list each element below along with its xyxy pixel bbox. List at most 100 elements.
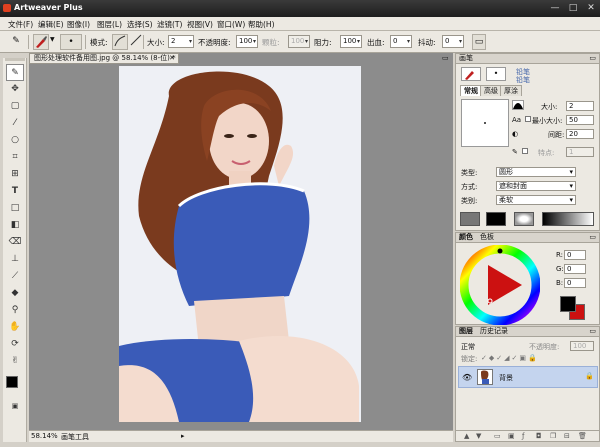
- feature-input[interactable]: 1: [566, 147, 594, 157]
- menu-window[interactable]: 窗口(W): [217, 19, 245, 30]
- merge-layer-icon[interactable]: ⊟: [564, 432, 570, 440]
- tab-impasto[interactable]: 厚涂: [500, 85, 522, 96]
- move-tool-icon[interactable]: ✥: [6, 81, 24, 98]
- brush-size-input[interactable]: 2: [566, 101, 594, 111]
- duplicate-layer-icon[interactable]: ❐: [550, 432, 556, 440]
- menu-image[interactable]: 图像(I): [67, 19, 90, 30]
- spacing-label: 间距:: [548, 131, 565, 139]
- category-select[interactable]: 柔软 ▾: [496, 195, 576, 205]
- gradient-swatch[interactable]: [542, 212, 594, 226]
- layer-style-icon[interactable]: ƒ: [522, 432, 524, 440]
- tab-color[interactable]: 颜色: [459, 233, 473, 242]
- foreground-color-swatch[interactable]: [560, 296, 576, 312]
- clone-stamp-tool-icon[interactable]: ⊥: [6, 251, 24, 268]
- spacing-input[interactable]: 20: [566, 129, 594, 139]
- text-tool-icon[interactable]: T: [6, 183, 24, 200]
- brush-shape-icon[interactable]: •: [60, 34, 82, 50]
- g-input[interactable]: 0: [564, 264, 586, 274]
- perspective-tool-icon[interactable]: ⊞: [6, 166, 24, 183]
- zoom-tool-icon[interactable]: ⚲: [6, 302, 24, 319]
- tab-layers[interactable]: 图层: [459, 327, 473, 336]
- lasso-tool-icon[interactable]: ○: [6, 132, 24, 149]
- document-tab[interactable]: 图形处理软件备用图.jpg @ 58.14% (8-位) * ✕: [29, 53, 179, 64]
- menu-help[interactable]: 帮助(H): [248, 19, 275, 30]
- tab-advanced[interactable]: 高级: [480, 85, 502, 96]
- menu-filter[interactable]: 滤镜(T): [157, 19, 182, 30]
- panel-menu-icon[interactable]: ▭: [589, 327, 596, 336]
- mask-icon[interactable]: ◘: [536, 432, 542, 440]
- magic-wand-tool-icon[interactable]: ⁄: [6, 115, 24, 132]
- new-group-icon[interactable]: ▣: [508, 432, 515, 440]
- chevron-down-icon[interactable]: ▼: [50, 36, 55, 43]
- size-input[interactable]: 2 ▾: [168, 35, 194, 48]
- spacing-icon: ◐: [512, 130, 519, 138]
- eraser-tool-icon[interactable]: ⌫: [6, 234, 24, 251]
- jitter-input[interactable]: 0 ▾: [442, 35, 464, 48]
- color-wheel[interactable]: [460, 245, 540, 325]
- paint-bucket-tool-icon[interactable]: ◆: [6, 285, 24, 302]
- paper-texture-swatch[interactable]: [460, 212, 480, 226]
- tab-history[interactable]: 历史记录: [480, 327, 508, 336]
- r-input[interactable]: 0: [564, 250, 586, 260]
- chevron-down-icon: ▾: [569, 182, 573, 190]
- b-input[interactable]: 0: [564, 278, 586, 288]
- mode-paint-icon[interactable]: [112, 34, 128, 50]
- document-window-controls[interactable]: ▭: [442, 54, 449, 62]
- brush-tool-icon[interactable]: ✎: [6, 64, 24, 81]
- info-icon[interactable]: ▸: [181, 432, 185, 440]
- maximize-icon[interactable]: □: [566, 2, 580, 14]
- hand-tool-icon[interactable]: ✋: [6, 319, 24, 336]
- rect-select-tool-icon[interactable]: ▢: [6, 98, 24, 115]
- menu-layer[interactable]: 图层(L): [97, 19, 122, 30]
- tablet-settings-icon[interactable]: ▭: [472, 34, 486, 50]
- move-up-icon[interactable]: ▲: [464, 432, 469, 440]
- panel-menu-icon[interactable]: ▭: [589, 233, 596, 242]
- pattern-swatch[interactable]: [486, 212, 506, 226]
- rotate-tool-icon[interactable]: ⟳: [6, 336, 24, 353]
- brush-size-graph-icon[interactable]: [512, 100, 524, 110]
- menu-file[interactable]: 文件(F): [8, 19, 33, 30]
- opacity-input[interactable]: 100 ▾: [236, 35, 258, 48]
- menu-edit[interactable]: 编辑(E): [38, 19, 64, 30]
- move-down-icon[interactable]: ▼: [476, 432, 481, 440]
- lock-options-icon[interactable]: ✓◆✓◢✓▣🔒: [481, 354, 539, 362]
- minimize-icon[interactable]: —: [548, 2, 562, 14]
- close-icon[interactable]: ✕: [584, 2, 598, 14]
- nozzle-swatch[interactable]: [514, 212, 534, 226]
- type-select[interactable]: 圆形 ▾: [496, 167, 576, 177]
- new-layer-icon[interactable]: ▭: [494, 432, 501, 440]
- layer-row[interactable]: 👁 背景 🔒: [458, 366, 598, 388]
- mask-mode-icon[interactable]: ▣: [6, 398, 24, 415]
- foreground-color-swatch[interactable]: [6, 376, 18, 388]
- tab-general[interactable]: 常规: [460, 85, 482, 96]
- brush-panel: 画笔 ▭ • 铅笔 铅笔 常规 高级 厚涂 大小: 2 Aa 最小大小: 50 …: [455, 53, 600, 231]
- eyedropper-tool-icon[interactable]: ⟋: [6, 268, 24, 285]
- grain-input[interactable]: 100 ▾: [288, 35, 310, 48]
- image-canvas[interactable]: [119, 66, 361, 422]
- delete-layer-icon[interactable]: 🗑: [578, 432, 587, 440]
- min-size-input[interactable]: 50: [566, 115, 594, 125]
- brush-variant-icon[interactable]: •: [486, 67, 506, 81]
- brush-category-icon[interactable]: [461, 67, 481, 81]
- shape-tool-icon[interactable]: □: [6, 200, 24, 217]
- min-size-checkbox[interactable]: [525, 116, 531, 122]
- close-document-icon[interactable]: ✕: [169, 54, 175, 63]
- smudge-tool-icon[interactable]: ✌: [6, 353, 24, 370]
- menu-select[interactable]: 选择(S): [127, 19, 153, 30]
- blend-mode-select[interactable]: 正常: [461, 342, 475, 352]
- layer-opacity-input[interactable]: 100: [570, 341, 594, 351]
- menu-view[interactable]: 视图(V): [187, 19, 213, 30]
- tab-swatches[interactable]: 色板: [480, 233, 494, 242]
- visibility-eye-icon[interactable]: 👁: [462, 373, 472, 382]
- feature-checkbox[interactable]: [522, 148, 528, 154]
- crop-tool-icon[interactable]: ⌗: [6, 149, 24, 166]
- brush-preset-icon[interactable]: [33, 34, 49, 50]
- mode-line-icon[interactable]: [128, 34, 144, 50]
- bleed-input[interactable]: 0 ▾: [390, 35, 412, 48]
- zoom-status[interactable]: 58.14%: [31, 432, 58, 440]
- brush-tool-icon[interactable]: ✎: [8, 34, 24, 50]
- gradient-tool-icon[interactable]: ◧: [6, 217, 24, 234]
- resist-input[interactable]: 100 ▾: [340, 35, 362, 48]
- panel-menu-icon[interactable]: ▭: [589, 54, 596, 63]
- method-select[interactable]: 遮和封面 ▾: [496, 181, 576, 191]
